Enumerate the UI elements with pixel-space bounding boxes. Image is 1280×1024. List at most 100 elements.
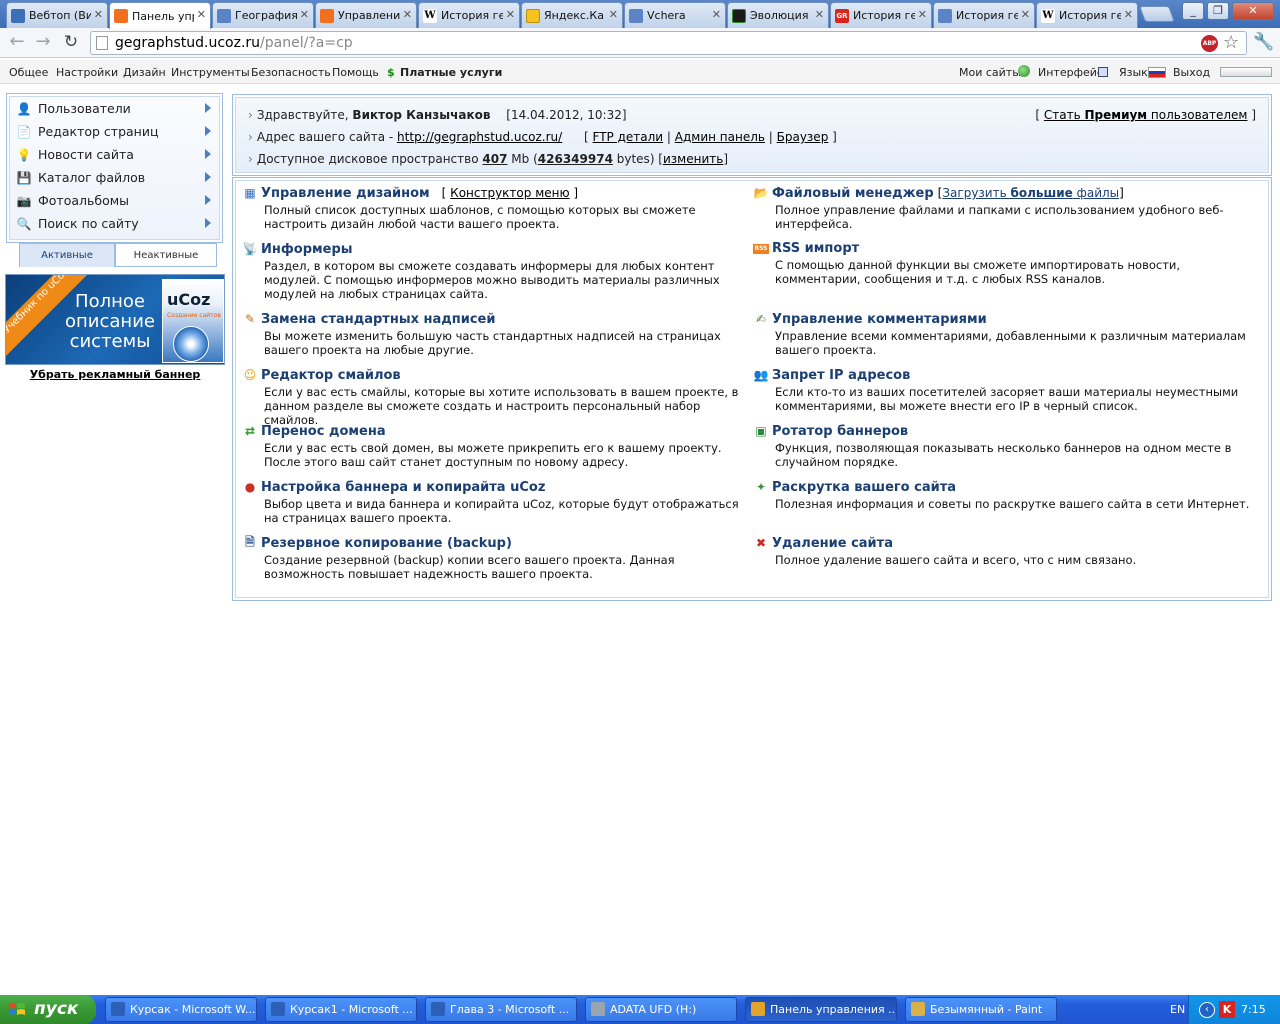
adblock-icon[interactable]: ABP — [1201, 35, 1218, 52]
panel-item-title-link[interactable]: Ротатор баннеров — [772, 424, 908, 439]
browser-tab[interactable]: География ✕ — [212, 2, 314, 28]
browser-tab[interactable]: Вебтоп (Ви ✕ — [6, 2, 108, 28]
maximize-button[interactable]: ❐ — [1207, 2, 1229, 20]
admin-panel-link[interactable]: Админ панель — [675, 130, 765, 144]
close-tab-icon[interactable]: ✕ — [1124, 8, 1133, 21]
ad-banner[interactable]: Учебник по uCoz Полное описание системы … — [5, 274, 225, 365]
browser-tab[interactable]: Эволюция ✕ — [727, 2, 829, 28]
browser-tab[interactable]: W История ге ✕ — [418, 2, 520, 28]
taskbar-button[interactable]: ADATA UFD (H:) — [585, 997, 737, 1022]
menu-paid-services[interactable]: Платные услуги — [400, 66, 502, 79]
sidebar-item[interactable]: 🔍 Поиск по сайту — [10, 212, 219, 235]
menu-security[interactable]: Безопасность — [251, 66, 331, 79]
close-tab-icon[interactable]: ✕ — [300, 8, 309, 21]
width-slider[interactable] — [1220, 67, 1272, 77]
panel-item-title-link[interactable]: Запрет IP адресов — [772, 368, 910, 383]
browser-tab[interactable]: W История ге ✕ — [1036, 2, 1138, 28]
panel-item-title-link[interactable]: Информеры — [261, 242, 353, 257]
taskbar-button-label: Безымянный - Paint — [930, 1003, 1043, 1016]
browser-tab[interactable]: Управление✕ — [315, 2, 417, 28]
close-tab-icon[interactable]: ✕ — [506, 8, 515, 21]
browser-link[interactable]: Браузер — [777, 130, 829, 144]
close-tab-icon[interactable]: ✕ — [94, 8, 103, 21]
chevron-right-icon[interactable] — [205, 103, 211, 113]
menu-settings[interactable]: Настройки — [56, 66, 118, 79]
tray-arrow-icon[interactable]: ‹ — [1199, 1002, 1215, 1018]
panel-item-title-link[interactable]: Управление комментариями — [772, 312, 987, 327]
menu-general[interactable]: Общее — [9, 66, 48, 79]
menu-logout[interactable]: Выход — [1173, 66, 1210, 79]
close-tab-icon[interactable]: ✕ — [712, 8, 721, 21]
address-bar[interactable]: gegraphstud.ucoz.ru/panel/?a=cp — [90, 31, 1247, 55]
taskbar-button[interactable]: Курсак1 - Microsoft ... — [265, 997, 417, 1022]
browser-tab[interactable]: Яндекс.Ка ✕ — [521, 2, 623, 28]
menu-design[interactable]: Дизайн — [123, 66, 166, 79]
panel-item-title-link[interactable]: RSS импорт — [772, 241, 859, 256]
taskbar-button[interactable]: Глава 3 - Microsoft ... — [425, 997, 577, 1022]
globe-icon — [629, 8, 643, 23]
sidebar-item[interactable]: 📄 Редактор страниц — [10, 120, 219, 143]
close-tab-icon[interactable]: ✕ — [815, 8, 824, 21]
tab-active-modules[interactable]: Активные — [19, 243, 115, 267]
site-url-link[interactable]: http://gegraphstud.ucoz.ru/ — [397, 130, 562, 144]
ftp-details-link[interactable]: FTP детали — [593, 130, 664, 144]
bookmark-star-icon[interactable]: ☆ — [1223, 32, 1239, 53]
language-indicator[interactable]: EN — [1170, 995, 1185, 1024]
greeting-label: Здравствуйте, — [256, 108, 349, 122]
panel-item-title-link[interactable]: Раскрутка вашего сайта — [772, 480, 956, 495]
sidebar-item[interactable]: 📷 Фотоальбомы — [10, 189, 219, 212]
menu-my-sites[interactable]: Мои сайты — [959, 66, 1021, 79]
menu-tools[interactable]: Инструменты — [171, 66, 250, 79]
account-info-box: › Здравствуйте, Виктор Канзычаков [14.04.… — [232, 94, 1272, 176]
new-tab-button[interactable] — [1139, 6, 1175, 22]
disk-mb-unit: Mb — [511, 152, 530, 166]
chevron-right-icon[interactable] — [205, 126, 211, 136]
close-tab-icon[interactable]: ✕ — [197, 8, 206, 21]
panel-item-title-link[interactable]: Настройка баннера и копирайта uCoz — [261, 480, 545, 495]
chevron-right-icon[interactable] — [205, 218, 211, 228]
upload-large-files-link[interactable]: Загрузить большие файлы — [942, 186, 1119, 200]
forward-button[interactable]: → — [32, 32, 54, 54]
sidebar-item[interactable]: 💡 Новости сайта — [10, 143, 219, 166]
panel-item-title-link[interactable]: Редактор смайлов — [261, 368, 401, 383]
minimize-button[interactable]: _ — [1182, 2, 1204, 20]
reload-button[interactable]: ↻ — [60, 32, 82, 54]
menu-constructor-link[interactable]: Конструктор меню — [450, 186, 569, 200]
taskbar-button[interactable]: Безымянный - Paint — [905, 997, 1057, 1022]
start-button[interactable]: пуск — [0, 995, 96, 1024]
clock[interactable]: 7:15 — [1241, 995, 1266, 1024]
become-premium-link[interactable]: Стать Премиум пользователем — [1044, 108, 1248, 122]
sidebar-item[interactable]: 💾 Каталог файлов — [10, 166, 219, 189]
panel-item-title-link[interactable]: Перенос домена — [261, 424, 386, 439]
kaspersky-icon[interactable]: K — [1219, 1001, 1235, 1018]
taskbar-button[interactable]: Панель управления ... — [745, 997, 897, 1022]
close-window-button[interactable]: ✕ — [1232, 2, 1274, 20]
close-tab-icon[interactable]: ✕ — [403, 8, 412, 21]
taskbar-button[interactable]: Курсак - Microsoft W... — [105, 997, 257, 1022]
close-tab-icon[interactable]: ✕ — [1021, 8, 1030, 21]
browser-tab[interactable]: История ге ✕ — [933, 2, 1035, 28]
browser-tab[interactable]: Панель упр ✕ — [109, 2, 211, 29]
panel-item-title-link[interactable]: Управление дизайном — [261, 186, 430, 201]
panel-item-title-link[interactable]: Удаление сайта — [772, 536, 893, 551]
wrench-icon[interactable]: 🔧 — [1253, 32, 1274, 52]
panel-item-title-link[interactable]: Замена стандартных надписей — [261, 312, 495, 327]
menu-interface[interactable]: Интерфейс — [1038, 66, 1103, 79]
panel-item-title-link[interactable]: Резервное копирование (backup) — [261, 536, 512, 551]
menu-language[interactable]: Язык — [1119, 66, 1148, 79]
browser-tab[interactable]: Vchera ✕ — [624, 2, 726, 28]
chevron-right-icon[interactable] — [205, 172, 211, 182]
greeting-row: › Здравствуйте, Виктор Канзычаков [14.04.… — [248, 108, 627, 122]
panel-item-title-link[interactable]: Файловый менеджер — [772, 186, 934, 201]
close-tab-icon[interactable]: ✕ — [918, 8, 927, 21]
remove-banner-link[interactable]: Убрать рекламный баннер — [5, 368, 225, 381]
menu-help[interactable]: Помощь — [332, 66, 379, 79]
chevron-right-icon[interactable] — [205, 149, 211, 159]
chevron-right-icon[interactable] — [205, 195, 211, 205]
close-tab-icon[interactable]: ✕ — [609, 8, 618, 21]
change-disk-link[interactable]: изменить — [663, 152, 723, 166]
tab-inactive-modules[interactable]: Неактивные — [115, 243, 217, 267]
browser-tab[interactable]: GR История ге ✕ — [830, 2, 932, 28]
sidebar-item[interactable]: 👤 Пользователи — [10, 97, 219, 120]
back-button[interactable]: ← — [6, 32, 28, 54]
